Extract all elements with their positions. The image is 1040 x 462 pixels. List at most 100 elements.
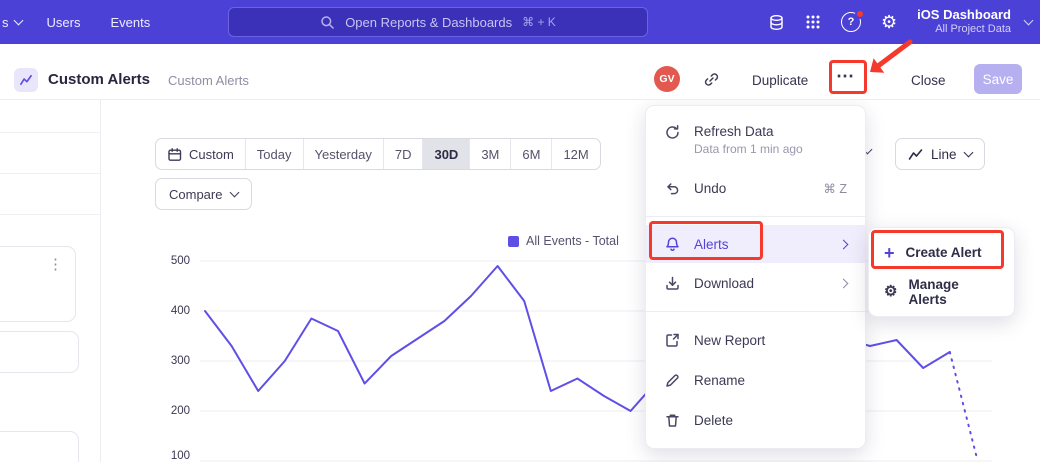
refresh-icon <box>664 124 681 141</box>
date-range-3m[interactable]: 3M <box>469 139 510 169</box>
apps-grid-icon[interactable] <box>805 14 821 30</box>
y-axis-tick: 200 <box>158 405 190 417</box>
sidebar-card: ⋮ <box>0 246 76 322</box>
notification-dot <box>855 9 865 19</box>
menu-item-alerts[interactable]: Alerts <box>646 225 865 263</box>
project-switcher[interactable]: iOS Dashboard All Project Data <box>917 7 1011 37</box>
menu-item-undo[interactable]: Undo ⌘ Z <box>646 168 865 208</box>
undo-icon <box>664 180 681 197</box>
sidebar-card <box>0 431 79 462</box>
chevron-down-icon <box>1024 16 1034 26</box>
top-navbar: s Users Events Open Reports & Dashboards… <box>0 0 1040 44</box>
date-range-12m[interactable]: 12M <box>551 139 599 169</box>
trash-icon <box>664 412 681 429</box>
bell-icon <box>664 236 681 253</box>
avatar[interactable]: GV <box>654 66 680 92</box>
date-range-30d[interactable]: 30D <box>422 139 469 169</box>
date-range-yesterday[interactable]: Yesterday <box>303 139 383 169</box>
alerts-submenu: + Create Alert ⚙ Manage Alerts <box>868 227 1015 317</box>
y-axis-tick: 300 <box>158 355 190 367</box>
menu-item-label: Delete <box>694 413 733 428</box>
submenu-item-label: Manage Alerts <box>908 277 999 307</box>
menu-item-label: Refresh Data <box>694 124 803 139</box>
menu-item-rename[interactable]: Rename <box>646 360 865 400</box>
menu-item-delete[interactable]: Delete <box>646 400 865 440</box>
report-type-icon <box>14 68 38 92</box>
compare-button[interactable]: Compare <box>155 178 252 210</box>
nav-item-users[interactable]: Users <box>32 0 96 44</box>
menu-item-subtitle: Data from 1 min ago <box>694 142 803 156</box>
menu-item-label: Undo <box>694 181 726 196</box>
global-search-input[interactable]: Open Reports & Dashboards ⌘ + K <box>228 7 648 37</box>
menu-item-shortcut: ⌘ Z <box>823 181 847 196</box>
sidebar-card <box>0 331 79 373</box>
y-axis-tick: 100 <box>158 450 190 462</box>
project-subtitle: All Project Data <box>917 23 1011 37</box>
date-range-picker: Custom Today Yesterday 7D 30D 3M 6M 12M <box>155 138 601 170</box>
page-title: Custom Alerts <box>48 71 150 88</box>
search-icon <box>320 15 335 30</box>
calendar-icon <box>167 147 182 162</box>
plus-icon: + <box>884 244 895 262</box>
sidebar-separator <box>0 132 100 133</box>
breadcrumb[interactable]: Custom Alerts <box>168 73 249 88</box>
chart-legend: All Events - Total <box>508 234 619 248</box>
search-placeholder: Open Reports & Dashboards <box>345 15 512 30</box>
menu-item-new-report[interactable]: New Report <box>646 320 865 360</box>
close-button[interactable]: Close <box>911 73 946 88</box>
menu-item-refresh-data[interactable]: Refresh Data Data from 1 min ago <box>646 114 865 168</box>
date-range-custom[interactable]: Custom <box>156 139 245 169</box>
menu-item-download[interactable]: Download <box>646 263 865 303</box>
submenu-item-create-alert[interactable]: + Create Alert <box>869 233 1014 272</box>
date-range-7d[interactable]: 7D <box>383 139 423 169</box>
chevron-down-icon <box>963 148 973 158</box>
y-axis-tick: 400 <box>158 305 190 317</box>
submenu-item-label: Create Alert <box>906 245 982 260</box>
chevron-right-icon <box>839 278 849 288</box>
more-options-button[interactable]: ⋯ <box>836 66 855 87</box>
chevron-right-icon <box>839 239 849 249</box>
kebab-menu-icon[interactable]: ⋮ <box>48 257 63 272</box>
help-icon[interactable]: ? <box>841 12 861 32</box>
chevron-down-icon <box>230 188 240 198</box>
sidebar-separator <box>0 173 100 174</box>
report-header: Custom Alerts Custom Alerts GV Duplicate… <box>0 44 1040 100</box>
submenu-item-manage-alerts[interactable]: ⚙ Manage Alerts <box>869 272 1014 311</box>
chevron-down-icon <box>13 16 23 26</box>
search-shortcut: ⌘ + K <box>522 15 556 29</box>
nav-item-truncated[interactable]: s <box>0 0 32 44</box>
line-chart-icon <box>908 147 923 162</box>
data-management-icon[interactable] <box>768 14 785 31</box>
chart-type-label: Line <box>931 147 957 162</box>
menu-item-label: Download <box>694 276 754 291</box>
sidebar-divider <box>100 100 101 462</box>
pencil-icon <box>664 372 681 389</box>
nav-item-truncated-label: s <box>2 15 9 30</box>
settings-gear-icon[interactable]: ⚙ <box>881 13 897 31</box>
project-name: iOS Dashboard <box>917 7 1011 23</box>
app-window: 500 400 300 200 100 All Events - Total ⋮… <box>0 0 1040 462</box>
nav-item-events[interactable]: Events <box>95 0 165 44</box>
share-link-icon[interactable] <box>703 71 720 88</box>
menu-item-label: New Report <box>694 333 765 348</box>
chart-type-button[interactable]: Line <box>895 138 985 170</box>
more-options-menu: Refresh Data Data from 1 min ago Undo ⌘ … <box>645 105 866 449</box>
new-report-icon <box>664 332 681 349</box>
duplicate-button[interactable]: Duplicate <box>752 73 808 88</box>
save-button[interactable]: Save <box>974 64 1022 94</box>
date-range-label: Custom <box>189 147 234 162</box>
menu-divider <box>646 216 865 217</box>
menu-item-label: Alerts <box>694 237 729 252</box>
download-icon <box>664 275 681 292</box>
compare-label: Compare <box>169 187 222 202</box>
gear-icon: ⚙ <box>884 284 897 299</box>
date-range-6m[interactable]: 6M <box>510 139 551 169</box>
date-range-today[interactable]: Today <box>245 139 303 169</box>
sidebar-separator <box>0 214 100 215</box>
menu-divider <box>646 311 865 312</box>
legend-label: All Events - Total <box>526 234 619 248</box>
help-glyph: ? <box>848 16 855 28</box>
y-axis-tick: 500 <box>158 255 190 267</box>
menu-item-label: Rename <box>694 373 745 388</box>
legend-swatch <box>508 236 519 247</box>
